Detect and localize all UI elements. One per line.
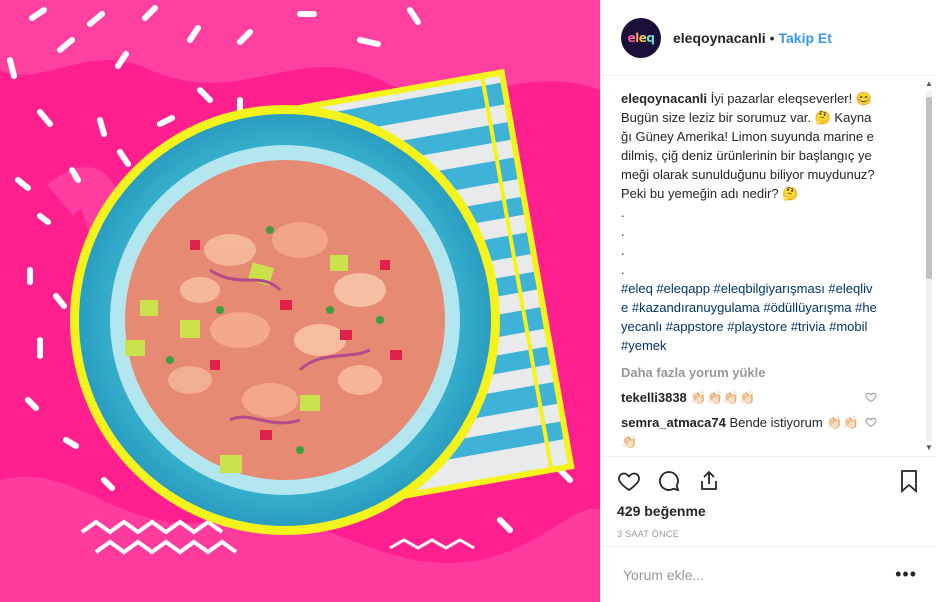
author-username[interactable]: eleqoynacanli: [673, 30, 766, 46]
header-separator: •: [769, 29, 775, 46]
caption-username[interactable]: eleqoynacanli: [621, 91, 707, 106]
avatar-logo-text: eleq: [627, 30, 655, 45]
load-more-comments-button[interactable]: Daha fazla yorum yükle: [621, 365, 877, 380]
like-count[interactable]: 429 beğenme: [617, 503, 921, 519]
follow-button[interactable]: Takip Et: [779, 30, 832, 46]
avatar[interactable]: eleq: [621, 17, 661, 58]
post-actions: 429 beğenme 3 SAAT ÖNCE: [601, 456, 936, 539]
comment-username[interactable]: tekelli3838: [621, 390, 687, 405]
scroll-up-arrow-icon[interactable]: ▲: [925, 79, 933, 88]
caption: eleqoynacanli İyi pazarlar eleqseverler!…: [621, 89, 877, 279]
post-sidebar: eleq eleqoynacanli • Takip Et eleqoynaca…: [600, 0, 936, 602]
comments-scrollbar[interactable]: ▲ ▼: [924, 77, 934, 455]
comments-section[interactable]: eleqoynacanli İyi pazarlar eleqseverler!…: [601, 77, 936, 455]
comment-row: semra_atmaca74 Bende istiyorum 👏🏻👏🏻👏🏻: [621, 413, 877, 451]
add-comment-bar: •••: [601, 546, 936, 602]
comment-like-icon[interactable]: [865, 416, 877, 428]
scroll-down-arrow-icon[interactable]: ▼: [925, 443, 933, 452]
post-timestamp[interactable]: 3 SAAT ÖNCE: [617, 529, 921, 539]
comment-icon[interactable]: [657, 469, 681, 493]
comment-text: 👏🏻👏🏻👏🏻👏🏻: [690, 390, 756, 405]
share-icon[interactable]: [697, 469, 721, 493]
comment-like-icon[interactable]: [865, 391, 877, 403]
heart-icon[interactable]: [617, 469, 641, 493]
instagram-post: eleq eleqoynacanli • Takip Et eleqoynaca…: [0, 0, 936, 602]
post-image[interactable]: [0, 0, 600, 602]
hashtags[interactable]: #eleq #eleqapp #eleqbilgiyarışması #eleq…: [621, 279, 877, 355]
comment-row: tekelli3838 👏🏻👏🏻👏🏻👏🏻: [621, 388, 877, 407]
bookmark-icon[interactable]: [897, 469, 921, 493]
scrollbar-thumb[interactable]: [926, 97, 932, 279]
comment-input[interactable]: [621, 565, 896, 584]
caption-text: İyi pazarlar eleqseverler! 😊 Bugün size …: [621, 91, 875, 277]
comment-username[interactable]: semra_atmaca74: [621, 415, 726, 430]
post-header: eleq eleqoynacanli • Takip Et: [601, 0, 936, 76]
ceviche-illustration: [0, 0, 600, 602]
more-options-button[interactable]: •••: [895, 564, 917, 585]
